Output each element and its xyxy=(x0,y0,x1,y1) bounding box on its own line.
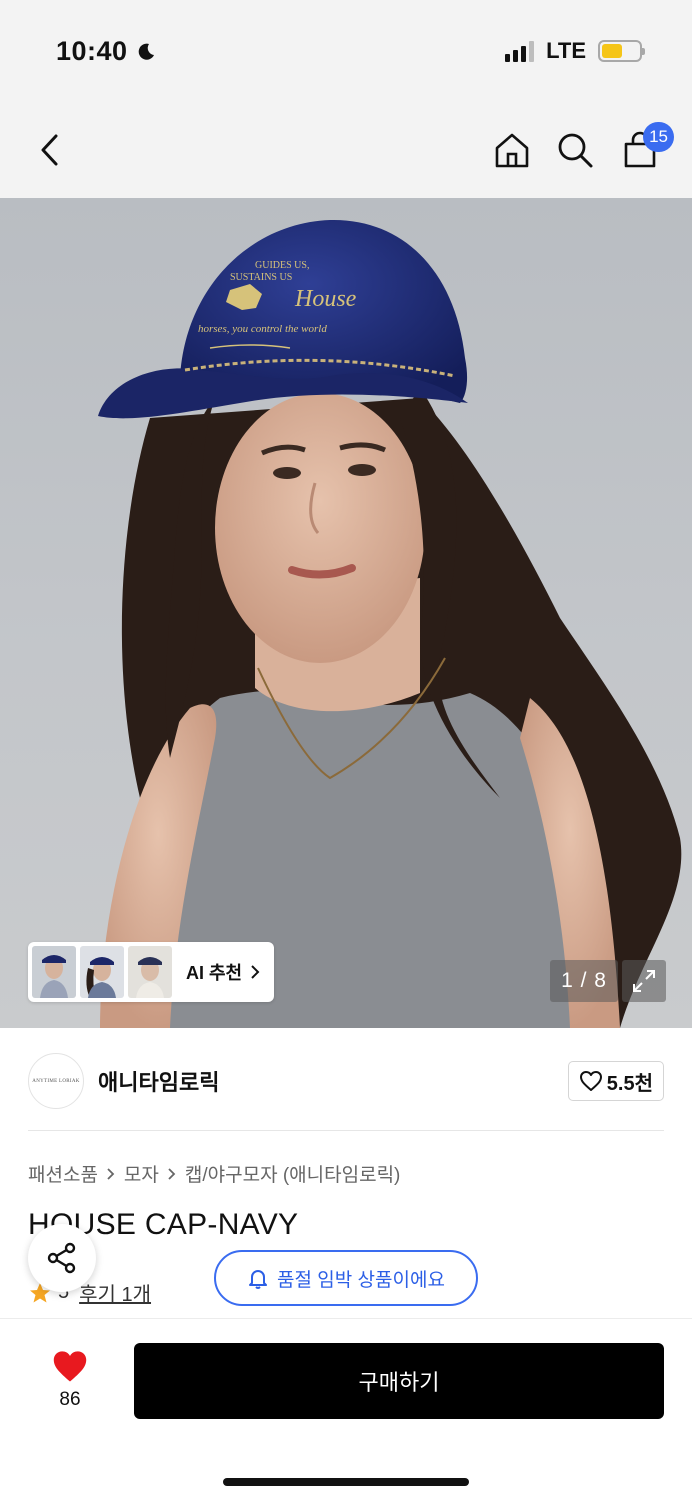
share-icon xyxy=(47,1242,76,1274)
home-button[interactable] xyxy=(490,128,534,172)
chevron-left-icon xyxy=(41,134,58,166)
share-button[interactable] xyxy=(28,1224,96,1292)
search-icon xyxy=(558,133,593,168)
low-stock-notice[interactable]: 품절 임박 상품이에요 xyxy=(214,1250,478,1306)
chevron-right-icon xyxy=(168,1167,176,1180)
ai-thumbnail-3 xyxy=(128,946,172,998)
breadcrumb: 패션소품 모자 캡/야구모자 (애니타임로릭) xyxy=(28,1160,400,1187)
cart-count-badge: 15 xyxy=(643,122,674,152)
brand-row: ANYTIME LORIAK 애니타임로릭 5.5천 xyxy=(28,1052,664,1110)
svg-text:GUIDES US,: GUIDES US, xyxy=(255,260,309,271)
heart-filled-icon xyxy=(53,1351,87,1382)
chevron-right-icon xyxy=(251,965,260,979)
product-image-carousel[interactable]: GUIDES US, SUSTAINS US House horses, you… xyxy=(0,198,692,1028)
status-time: 10:40 xyxy=(56,36,156,67)
product-photo: GUIDES US, SUSTAINS US House horses, you… xyxy=(98,219,682,1028)
ai-thumbnail-1 xyxy=(32,946,76,998)
bell-icon xyxy=(249,1270,268,1289)
breadcrumb-item-hat[interactable]: 모자 xyxy=(124,1160,159,1187)
brand-like-count: 5.5천 xyxy=(606,1072,653,1095)
image-page-counter: 1 / 8 xyxy=(550,960,618,1002)
chevron-right-icon xyxy=(107,1167,115,1180)
brand-logo[interactable]: ANYTIME LORIAK xyxy=(28,1053,84,1109)
back-button[interactable] xyxy=(30,128,70,172)
ai-recommend-text: AI 추천 xyxy=(186,963,243,983)
svg-text:House: House xyxy=(294,286,357,312)
moon-icon xyxy=(138,43,154,60)
cart-button[interactable]: 15 xyxy=(618,122,674,172)
status-indicators: LTE xyxy=(505,38,645,64)
brand-like-button[interactable]: 5.5천 xyxy=(567,1061,664,1101)
expand-image-button[interactable] xyxy=(622,960,666,1002)
breadcrumb-item-cap[interactable]: 캡/야구모자 (애니타임로릭) xyxy=(185,1160,401,1187)
brand-name[interactable]: 애니타임로릭 xyxy=(98,1065,568,1097)
heart-outline-icon xyxy=(579,1071,602,1091)
breadcrumb-item-fashion[interactable]: 패션소품 xyxy=(28,1160,98,1187)
top-navigation: 15 xyxy=(0,100,692,198)
buy-button[interactable]: 구매하기 xyxy=(134,1343,664,1419)
home-indicator xyxy=(223,1478,469,1486)
network-label: LTE xyxy=(546,38,586,63)
status-bar: 10:40 LTE xyxy=(0,0,692,100)
review-link[interactable]: 후기 1개 xyxy=(79,1278,151,1307)
brand-logo-text: ANYTIME LORIAK xyxy=(32,1078,80,1084)
ai-recommendation-chip[interactable]: AI 추천 xyxy=(28,942,275,1002)
low-stock-text: 품절 임박 상품이에요 xyxy=(277,1269,445,1291)
svg-text:SUSTAINS US: SUSTAINS US xyxy=(230,272,292,283)
bottom-action-bar: 86 구매하기 xyxy=(0,1318,692,1500)
clock-text: 10:40 xyxy=(56,36,128,66)
battery-icon xyxy=(598,40,645,62)
divider xyxy=(28,1130,664,1131)
wishlist-button[interactable]: 86 xyxy=(40,1349,100,1411)
svg-text:horses, you control the world: horses, you control the world xyxy=(198,323,327,335)
search-button[interactable] xyxy=(553,128,597,172)
expand-icon xyxy=(633,970,655,992)
ai-recommend-label: AI 추천 xyxy=(186,959,260,985)
signal-icon xyxy=(505,40,535,62)
home-icon xyxy=(495,133,529,168)
ai-thumbnail-2 xyxy=(80,946,124,998)
wishlist-count: 86 xyxy=(59,1389,81,1410)
